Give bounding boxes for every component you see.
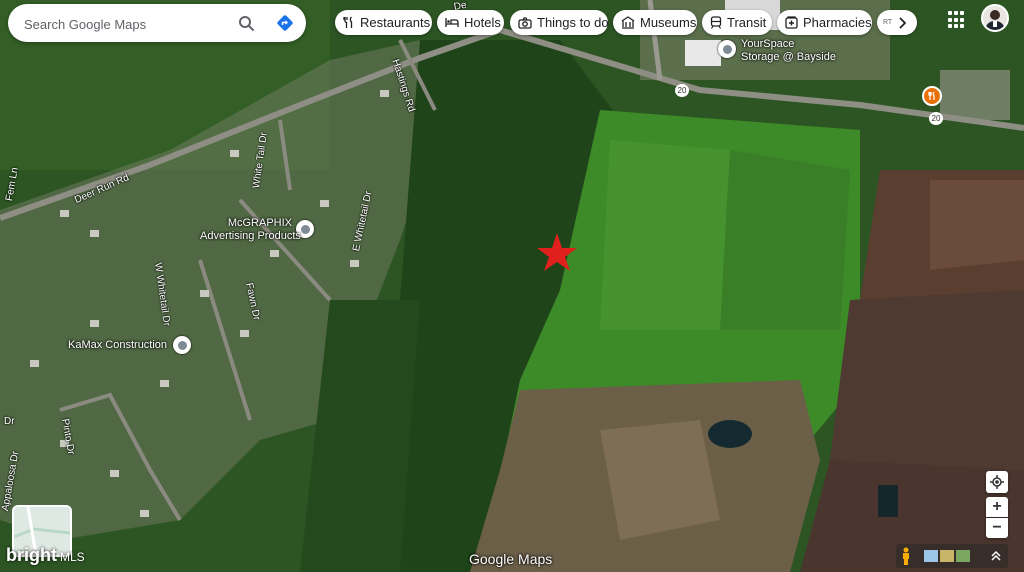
satellite-map[interactable]: [0, 0, 1024, 572]
my-location-icon: [990, 475, 1004, 489]
category-restaurants[interactable]: Restaurants: [335, 10, 432, 35]
category-museums[interactable]: Museums: [613, 10, 697, 35]
imagery-thumbnails[interactable]: [924, 550, 970, 562]
watermark-brand: bright: [6, 545, 57, 565]
category-transit[interactable]: Transit: [702, 10, 772, 35]
road-label-partial-dr: Dr: [4, 416, 15, 427]
zoom-in-button[interactable]: +: [986, 497, 1008, 517]
category-things-to-do[interactable]: Things to do: [510, 10, 609, 35]
more-categories-icon: RT: [883, 19, 893, 26]
google-maps-logo: Google Maps: [469, 551, 553, 567]
imagery-thumb-icon: [956, 550, 970, 562]
poi-pin-kamax[interactable]: [173, 336, 191, 354]
category-more[interactable]: RT: [877, 10, 917, 35]
bed-icon: [445, 16, 459, 30]
place-dot-icon: [300, 224, 310, 234]
my-location-button[interactable]: [986, 471, 1008, 493]
chevron-right-icon: [899, 16, 907, 29]
fork-knife-icon: [343, 16, 355, 30]
place-dot-icon: [177, 340, 187, 350]
search-bar[interactable]: [8, 4, 306, 42]
place-label-yourspace[interactable]: YourSpace Storage @ Bayside: [741, 38, 836, 64]
imagery-thumb-icon: [940, 550, 954, 562]
directions-icon: [277, 15, 293, 31]
category-label: Hotels: [464, 15, 501, 30]
category-label: Things to do: [537, 15, 609, 30]
expand-up-icon[interactable]: [990, 549, 1002, 567]
search-input[interactable]: [22, 13, 226, 35]
bottom-right-toolbar: [896, 544, 1008, 568]
pharmacy-icon: [785, 16, 798, 30]
train-icon: [710, 16, 722, 30]
category-label: Pharmacies: [803, 15, 872, 30]
category-hotels[interactable]: Hotels: [437, 10, 504, 35]
watermark-sub: MLS: [60, 550, 85, 564]
apps-grid-button[interactable]: [948, 11, 966, 29]
search-icon: [238, 15, 254, 31]
poi-pin-yourspace[interactable]: [718, 40, 736, 58]
category-pharmacies[interactable]: Pharmacies: [777, 10, 872, 35]
avatar[interactable]: [981, 4, 1009, 32]
route-shield: 20: [675, 84, 689, 97]
place-label-kamax[interactable]: KaMax Construction: [68, 339, 167, 351]
directions-button[interactable]: [274, 12, 296, 34]
place-dot-icon: [722, 44, 732, 54]
category-label: Restaurants: [360, 15, 431, 30]
category-label: Transit: [727, 15, 767, 30]
bright-mls-watermark: bright MLS: [6, 545, 85, 566]
search-button[interactable]: [235, 12, 257, 34]
restaurant-pin-icon[interactable]: [922, 86, 942, 106]
camera-icon: [518, 16, 532, 30]
imagery-thumb-icon: [924, 550, 938, 562]
profile-photo-icon: [983, 6, 1007, 30]
route-shield: 20: [929, 112, 943, 125]
zoom-out-button[interactable]: −: [986, 518, 1008, 538]
museum-icon: [621, 16, 635, 30]
place-label-mcgraphix[interactable]: McGRAPHIX Advertising Products: [200, 217, 301, 243]
pegman-icon[interactable]: [901, 547, 911, 565]
category-label: Museums: [640, 15, 697, 30]
